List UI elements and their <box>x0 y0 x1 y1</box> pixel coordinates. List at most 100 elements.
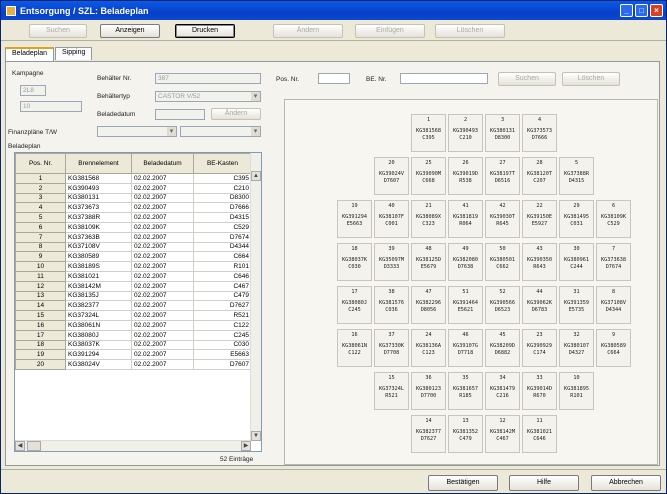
finanzplan-w-select[interactable] <box>180 126 261 137</box>
table-row[interactable]: 13 KG38135J 02.02.2007 C479 <box>15 290 252 302</box>
lattice-cell[interactable]: 48 KG38125D E5679 <box>411 243 446 281</box>
lattice-cell[interactable]: 19 KG391294 E5663 <box>337 200 372 238</box>
table-row[interactable]: 1 KG381568 02.02.2007 C395 <box>15 173 252 184</box>
lattice-cell[interactable]: 14 KG382377 D7627 <box>411 415 446 453</box>
lattice-cell[interactable]: 35 KG381657 R185 <box>448 372 483 410</box>
lattice-cell[interactable]: 12 KG38142M C467 <box>485 415 520 453</box>
lattice-cell[interactable]: 34 KG381479 C216 <box>485 372 520 410</box>
lattice-cell[interactable]: 46 KG39107G D7718 <box>448 329 483 367</box>
lattice-cell[interactable]: 28 KG38120T C207 <box>522 157 557 195</box>
lattice-cell[interactable]: 4 KG373573 D7666 <box>522 114 557 152</box>
table-row[interactable]: 14 KG382377 02.02.2007 D7627 <box>15 300 252 312</box>
column-header[interactable]: Beladedatum <box>131 153 194 174</box>
tab-beladeplan[interactable]: Beladeplan <box>5 47 55 61</box>
kampagne-field[interactable]: 2L8 <box>20 85 46 96</box>
lattice-cell[interactable]: 44 KG39062K D6783 <box>522 286 557 324</box>
lattice-cell[interactable]: 2 KG390493 C210 <box>448 114 483 152</box>
show-button[interactable]: Anzeigen <box>100 24 160 38</box>
be-nr-field[interactable] <box>400 73 488 84</box>
column-header[interactable]: Brennelement <box>65 153 132 174</box>
lattice-cell[interactable]: 21 KG38089X C323 <box>411 200 446 238</box>
cancel-button[interactable]: Abbrechen <box>591 475 661 491</box>
tab-sipping[interactable]: Sipping <box>55 47 93 60</box>
lattice-cell[interactable]: 38 KG381576 C036 <box>374 286 409 324</box>
lattice-cell[interactable]: 1 KG381568 C395 <box>411 114 446 152</box>
lattice-cell[interactable]: 3 KG380131 D8300 <box>485 114 520 152</box>
scroll-up-icon[interactable]: ▲ <box>251 171 261 181</box>
lattice-cell[interactable]: 15 KG37324L R521 <box>374 372 409 410</box>
lattice-cell[interactable]: 9 KG380589 C664 <box>596 329 631 367</box>
lattice-cell[interactable]: 25 KG39090M C668 <box>411 157 446 195</box>
column-header[interactable]: BE-Kasten <box>193 153 252 174</box>
lattice-cell[interactable]: 50 KG380501 C662 <box>485 243 520 281</box>
lattice-cell[interactable]: 18 KG38037K C030 <box>337 243 372 281</box>
lattice-cell[interactable]: 11 KG381021 C646 <box>522 415 557 453</box>
table-row[interactable]: 2 KG390493 02.02.2007 C210 <box>15 182 252 194</box>
vertical-scrollbar[interactable]: ▲ ▼ <box>250 153 261 441</box>
lattice-cell[interactable]: 43 KG390350 R643 <box>522 243 557 281</box>
horizontal-scrollbar[interactable]: ◀ ▶ <box>15 440 251 451</box>
search-position-button[interactable]: Suchen <box>498 72 556 86</box>
lattice-cell[interactable]: 31 KG391359 E5735 <box>559 286 594 324</box>
close-button[interactable]: × <box>650 4 663 17</box>
help-button[interactable]: Hilfe <box>509 475 579 491</box>
scroll-right-icon[interactable]: ▶ <box>241 441 251 451</box>
kampagne-sub-field[interactable]: 10 <box>20 101 82 112</box>
table-row[interactable]: 11 KG381021 02.02.2007 C646 <box>15 270 252 282</box>
edit-button[interactable]: Ändern <box>273 24 343 38</box>
lattice-cell[interactable]: 40 KG38107F C001 <box>374 200 409 238</box>
aendern-button[interactable]: Ändern <box>211 108 261 120</box>
behaeltertyp-select[interactable]: CASTOR V/52 <box>155 91 261 102</box>
lattice-cell[interactable]: 52 KG390566 D6523 <box>485 286 520 324</box>
search-button[interactable]: Suchen <box>29 24 87 38</box>
lattice-cell[interactable]: 13 KG381352 C479 <box>448 415 483 453</box>
delete-position-button[interactable]: Löschen <box>562 72 620 86</box>
lattice-cell[interactable]: 26 KG39019D R538 <box>448 157 483 195</box>
table-row[interactable]: 10 KG38189S 02.02.2007 R101 <box>15 261 252 272</box>
behaelter-nr-field[interactable]: 387 <box>155 73 261 84</box>
lattice-cell[interactable]: 47 KG382296 D8056 <box>411 286 446 324</box>
lattice-cell[interactable]: 27 KG38197T D6516 <box>485 157 520 195</box>
lattice-cell[interactable]: 32 KG380107 D4327 <box>559 329 594 367</box>
lattice-cell[interactable]: 45 KG38209D D6882 <box>485 329 520 367</box>
table-row[interactable]: 6 KG38109K 02.02.2007 C529 <box>15 221 252 233</box>
lattice-cell[interactable]: 6 KG38109K C529 <box>596 200 631 238</box>
delete-button[interactable]: Löschen <box>435 24 505 38</box>
table-row[interactable]: 3 KG380131 02.02.2007 D8300 <box>15 192 252 204</box>
lattice-cell[interactable]: 30 KG380961 C244 <box>559 243 594 281</box>
lattice-cell[interactable]: 16 KG38061N C122 <box>337 329 372 367</box>
table-row[interactable]: 12 KG38142M 02.02.2007 C467 <box>15 280 252 292</box>
lattice-cell[interactable]: 37 KG37330K D7708 <box>374 329 409 367</box>
lattice-cell[interactable]: 8 KG37108V D4344 <box>596 286 631 324</box>
lattice-cell[interactable]: 23 KG390929 C174 <box>522 329 557 367</box>
column-header[interactable]: Pos. Nr. <box>15 153 66 174</box>
lattice-cell[interactable]: 36 KG380123 D7700 <box>411 372 446 410</box>
table-row[interactable]: 17 KG38080J 02.02.2007 C245 <box>15 329 252 341</box>
lattice-cell[interactable]: 10 KG381895 R101 <box>559 372 594 410</box>
table-row[interactable]: 5 KG37388R 02.02.2007 D4315 <box>15 212 252 223</box>
table-row[interactable]: 8 KG37108V 02.02.2007 D4344 <box>15 241 252 253</box>
lattice-cell[interactable]: 17 KG38080J C245 <box>337 286 372 324</box>
table-row[interactable]: 20 KG38024V 02.02.2007 D7607 <box>15 359 252 370</box>
maximize-button[interactable]: □ <box>635 4 648 17</box>
minimize-button[interactable]: _ <box>620 4 633 17</box>
lattice-cell[interactable]: 24 KG38136A C123 <box>411 329 446 367</box>
table-row[interactable]: 16 KG38061N 02.02.2007 C122 <box>15 319 252 331</box>
lattice-cell[interactable]: 49 KG382080 D7638 <box>448 243 483 281</box>
lattice-cell[interactable]: 51 KG391464 E5621 <box>448 286 483 324</box>
table-row[interactable]: 19 KG391294 02.02.2007 E5663 <box>15 349 252 361</box>
scroll-down-icon[interactable]: ▼ <box>251 431 261 441</box>
lattice-cell[interactable]: 39 KG35097M D3333 <box>374 243 409 281</box>
lattice-cell[interactable]: 29 KG381495 C031 <box>559 200 594 238</box>
table-row[interactable]: 7 KG37363B 02.02.2007 D7674 <box>15 231 252 243</box>
lattice-cell[interactable]: 41 KG381819 R064 <box>448 200 483 238</box>
table-row[interactable]: 4 KG373673 02.02.2007 D7666 <box>15 202 252 214</box>
lattice-cell[interactable]: 22 KG39150E E5927 <box>522 200 557 238</box>
table-row[interactable]: 9 KG380589 02.02.2007 C664 <box>15 251 252 263</box>
scroll-left-icon[interactable]: ◀ <box>15 441 25 451</box>
lattice-cell[interactable]: 5 KG37388R D4315 <box>559 157 594 195</box>
lattice-cell[interactable]: 33 KG39014D R670 <box>522 372 557 410</box>
scroll-thumb[interactable] <box>27 441 41 451</box>
beladedatum-field[interactable] <box>155 109 205 120</box>
confirm-button[interactable]: Bestätigen <box>428 475 498 491</box>
